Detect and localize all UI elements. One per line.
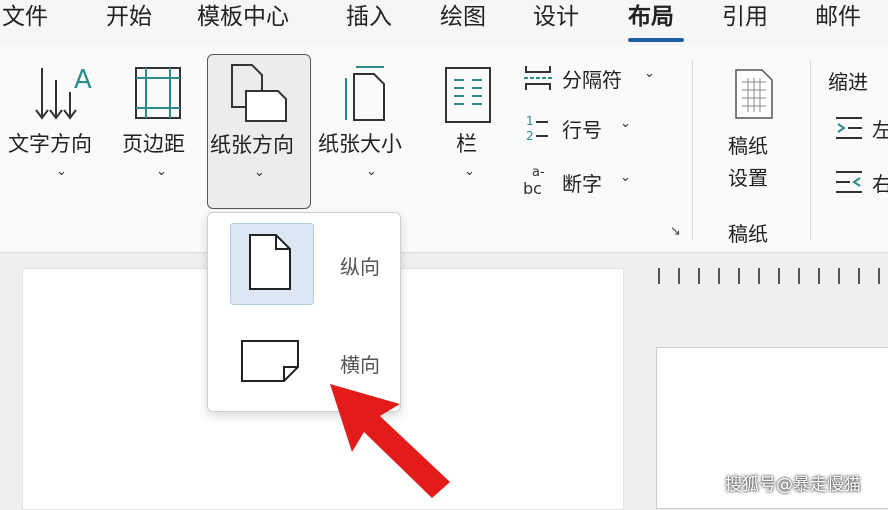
text-direction-button[interactable]: A 文字方向 ⌄: [8, 58, 113, 188]
chevron-down-icon: ⌄: [366, 164, 377, 179]
ribbon-tab-bar: 文件 开始 模板中心 插入 绘图 设计 布局 引用 邮件: [0, 0, 888, 46]
active-tab-indicator: [628, 38, 684, 42]
svg-text:a-: a-: [532, 165, 545, 180]
line-numbers-label: 行号: [562, 118, 602, 142]
indent-right-label: 右: [872, 172, 888, 196]
portrait-page-icon: [249, 234, 291, 290]
orientation-label: 纸张方向: [210, 133, 294, 157]
line-numbers-button[interactable]: 1 2 行号 ⌄: [520, 112, 650, 144]
landscape-label: 横向: [340, 353, 380, 377]
orientation-icon: [231, 64, 287, 122]
chevron-down-icon: ⌄: [644, 66, 655, 81]
chevron-down-icon: ⌄: [156, 164, 167, 179]
tab-design[interactable]: 设计: [533, 2, 579, 32]
svg-text:A: A: [74, 65, 92, 95]
page-setup-launcher-icon[interactable]: ↘: [670, 224, 681, 239]
size-label: 纸张大小: [318, 132, 402, 156]
columns-label: 栏: [456, 132, 477, 156]
manuscript-setup-button[interactable]: 稿纸 设置: [716, 66, 792, 196]
tab-template-center[interactable]: 模板中心: [197, 2, 289, 32]
breaks-button[interactable]: 分隔符 ⌄: [520, 62, 670, 94]
indent-right-button[interactable]: 右: [834, 166, 888, 198]
red-pointer-arrow-icon: [330, 384, 450, 498]
line-numbers-icon: 1 2: [526, 114, 548, 143]
portrait-label: 纵向: [340, 255, 380, 279]
group-divider: [692, 60, 693, 240]
svg-text:1: 1: [526, 114, 534, 128]
breaks-label: 分隔符: [562, 68, 622, 92]
manuscript-group-label: 稿纸: [728, 222, 768, 246]
tab-file[interactable]: 文件: [2, 2, 48, 32]
group-divider: [810, 60, 811, 240]
columns-icon: [445, 67, 491, 123]
watermark: 搜狐号@暴走慢猫: [725, 475, 861, 495]
tab-home[interactable]: 开始: [106, 2, 152, 32]
margins-icon: [135, 67, 181, 119]
orientation-button[interactable]: 纸张方向 ⌄: [207, 54, 311, 209]
text-direction-label: 文字方向: [8, 132, 92, 156]
svg-text:2: 2: [526, 129, 534, 143]
menu-item-portrait[interactable]: 纵向: [230, 223, 396, 305]
manuscript-grid-icon: [735, 69, 773, 119]
tab-insert[interactable]: 插入: [346, 2, 392, 32]
indent-left-button[interactable]: 左: [834, 112, 888, 144]
hyphenation-label: 断字: [562, 172, 602, 196]
tab-mailings[interactable]: 邮件: [815, 2, 861, 32]
horizontal-ruler[interactable]: [654, 268, 888, 284]
indent-left-label: 左: [872, 118, 888, 142]
manuscript-setup-label-line1: 稿纸: [728, 134, 768, 158]
chevron-down-icon: ⌄: [464, 164, 475, 179]
landscape-page-icon: [241, 340, 299, 382]
columns-button[interactable]: 栏 ⌄: [438, 58, 500, 188]
margins-label: 页边距: [122, 132, 185, 156]
breaks-icon: [524, 66, 552, 90]
margins-button[interactable]: 页边距 ⌄: [120, 58, 202, 188]
indent-group-label: 缩进: [828, 70, 868, 94]
indent-left-icon: [836, 117, 862, 139]
hyphenation-icon: a- bc: [523, 165, 545, 198]
size-button[interactable]: 纸张大小 ⌄: [318, 58, 423, 188]
tab-references[interactable]: 引用: [722, 2, 768, 32]
hyphenation-button[interactable]: a- bc 断字 ⌄: [520, 164, 650, 198]
chevron-down-icon: ⌄: [620, 116, 631, 131]
tab-layout[interactable]: 布局: [628, 2, 674, 32]
indent-right-icon: [836, 171, 862, 193]
svg-text:bc: bc: [523, 179, 542, 198]
tab-draw[interactable]: 绘图: [440, 2, 486, 32]
chevron-down-icon: ⌄: [56, 164, 67, 179]
chevron-down-icon: ⌄: [254, 165, 265, 180]
manuscript-setup-label-line2: 设置: [728, 166, 768, 190]
paper-size-icon: [345, 66, 385, 121]
chevron-down-icon: ⌄: [620, 170, 631, 185]
text-direction-icon: A: [35, 65, 92, 120]
